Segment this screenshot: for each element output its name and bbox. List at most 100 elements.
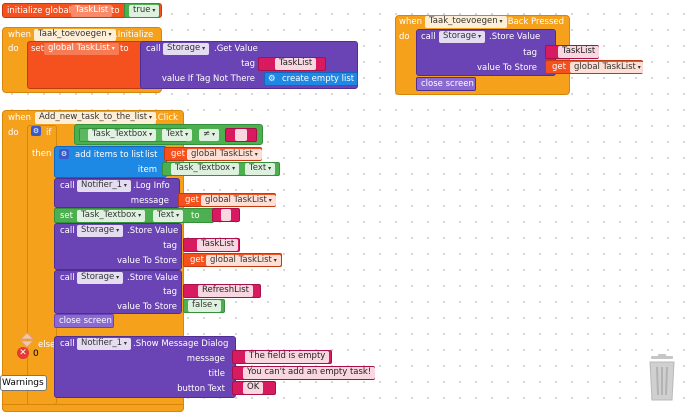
back-tag-text-value[interactable]: TaskList (558, 46, 600, 58)
get-value-method: .Get Value (214, 44, 258, 54)
store-tasklist-method: .Store Value (127, 226, 179, 236)
trash-can-icon[interactable] (644, 354, 680, 404)
store-tasklist-get-var[interactable]: global TaskList (206, 255, 281, 266)
error-indicator[interactable]: ✕ 0 (17, 347, 47, 361)
show-dialog-button-label: button Text (177, 384, 225, 394)
store-tasklist-tag-value[interactable]: TaskList (197, 239, 239, 251)
back-store-value-block[interactable]: call Storage .Store Value tag value To S… (416, 29, 556, 76)
log-info-block[interactable]: call Notifier_1 .Log Info message (54, 178, 180, 208)
store-refresh-tag-value[interactable]: RefreshList (198, 285, 253, 297)
if-gear-icon[interactable]: ⚙ (31, 126, 41, 136)
add-items-block[interactable]: ⚙ add items to list list item (54, 146, 167, 178)
dialog-message-text[interactable]: The field is empty (232, 350, 332, 364)
show-dialog-call: call (60, 339, 75, 349)
set-textbox-empty-text[interactable] (212, 208, 240, 222)
back-pressed-when: when (399, 17, 422, 27)
add-items-text-dropdown[interactable]: Text (245, 163, 276, 175)
neq-operator-dropdown[interactable]: ≠ (199, 129, 220, 141)
log-info-get-block[interactable]: get global TaskList (178, 193, 276, 207)
set-textbox-dropdown[interactable]: Task_Textbox (77, 210, 146, 222)
error-icon: ✕ (17, 347, 29, 359)
add-items-textbox-dropdown[interactable]: Task_Textbox (171, 163, 240, 175)
initialize-event-name: .Initialize (115, 30, 154, 40)
trash-icon[interactable] (644, 354, 680, 404)
dialog-title-value[interactable]: You can't add an empty task! (243, 367, 376, 379)
store-tasklist-tag-text[interactable]: TaskList (183, 238, 240, 252)
create-empty-list-block[interactable]: ⚙ create empty list (264, 72, 358, 86)
show-dialog-block[interactable]: call Notifier_1 .Show Message Dialog mes… (54, 336, 236, 398)
back-get-keyword: get (552, 62, 566, 72)
add-items-get-block[interactable]: get global TaskList (164, 147, 262, 161)
compare-textbox-dropdown[interactable]: Task_Textbox (88, 129, 157, 141)
back-get-block[interactable]: get global TaskList (545, 60, 645, 74)
back-store-method: .Store Value (489, 32, 541, 42)
initialize-do: do (8, 44, 19, 54)
add-items-gear-icon[interactable]: ⚙ (59, 149, 69, 159)
back-close-screen-label: close screen (421, 79, 474, 89)
add-items-label: add items to list (75, 150, 144, 160)
show-dialog-notifier-dropdown[interactable]: Notifier_1 (77, 338, 131, 350)
store-refresh-storage-dropdown[interactable]: Storage (77, 272, 124, 284)
log-info-get-var[interactable]: global TaskList (201, 195, 276, 206)
storage-dropdown[interactable]: Storage (163, 43, 210, 55)
set-textbox-block[interactable]: set Task_Textbox Text to (54, 208, 214, 223)
empty-text-block[interactable] (225, 128, 257, 142)
warnings-button[interactable]: Warnings (0, 375, 47, 391)
warning-count: 0 (33, 349, 39, 359)
compare-block[interactable]: Task_Textbox Text ≠ (74, 124, 263, 145)
log-info-notifier-dropdown[interactable]: Notifier_1 (77, 180, 131, 192)
tag-text-block[interactable]: TaskList (258, 57, 326, 71)
click-event-bottom (2, 404, 184, 412)
add-items-get-var[interactable]: global TaskList (187, 149, 262, 160)
back-store-tag-label: tag (523, 48, 537, 58)
empty-text-value[interactable] (235, 129, 247, 141)
store-tasklist-storage-dropdown[interactable]: Storage (77, 225, 124, 237)
compare-text-dropdown[interactable]: Text (162, 129, 193, 141)
initialize-component-dropdown[interactable]: Taak_toevoegen (34, 29, 116, 41)
store-refresh-tag-text[interactable]: RefreshList (183, 284, 261, 298)
back-close-screen-block[interactable]: close screen (416, 77, 476, 91)
back-pressed-component-dropdown[interactable]: Taak_toevoegen (425, 16, 507, 28)
click-when: when (8, 113, 31, 123)
close-screen-label: close screen (59, 316, 112, 326)
set-keyword: set (31, 44, 44, 54)
set-tasklist-block[interactable]: set global TaskList to (27, 41, 149, 89)
dialog-button-text[interactable]: OK (232, 381, 276, 395)
compare-textbox-getter[interactable]: Task_Textbox Text (79, 128, 193, 142)
init-var-name[interactable]: TaskList (71, 5, 113, 17)
add-items-textbox-getter[interactable]: Task_Textbox Text (162, 162, 280, 176)
set-textbox-empty-value[interactable] (221, 209, 231, 221)
set-textbox-to: to (191, 211, 200, 221)
if-else-block[interactable] (27, 125, 57, 405)
set-var-dropdown[interactable]: global TaskList (44, 43, 119, 55)
true-dropdown[interactable]: true (129, 5, 160, 17)
click-component-dropdown[interactable]: Add_new_task_to_the_list (35, 112, 157, 124)
close-screen-block[interactable]: close screen (54, 314, 114, 328)
back-storage-dropdown[interactable]: Storage (439, 31, 486, 43)
store-tasklist-tag-label: tag (163, 241, 177, 251)
init-global-keyword: initialize global (7, 6, 72, 16)
store-refresh-block[interactable]: call Storage .Store Value tag value To S… (54, 270, 182, 314)
log-info-method: .Log Info (133, 181, 170, 191)
gear-icon[interactable]: ⚙ (268, 73, 276, 85)
false-dropdown[interactable]: false (188, 300, 222, 312)
get-value-tag-label: tag (241, 59, 255, 69)
dialog-button-value[interactable]: OK (243, 382, 264, 394)
back-get-var-dropdown[interactable]: global TaskList (570, 62, 645, 73)
dialog-message-value[interactable]: The field is empty (245, 351, 330, 363)
true-block[interactable]: true (124, 3, 160, 18)
false-block[interactable]: false (183, 299, 225, 313)
store-tasklist-block[interactable]: call Storage .Store Value tag value To S… (54, 223, 182, 270)
store-refresh-call: call (60, 273, 75, 283)
add-items-get-keyword: get (171, 149, 185, 159)
store-refresh-method: .Store Value (127, 273, 179, 283)
store-tasklist-get-block[interactable]: get global TaskList (183, 253, 282, 267)
back-tag-text-block[interactable]: TaskList (545, 45, 600, 59)
show-dialog-title-label: title (208, 369, 225, 379)
tag-text-value[interactable]: TaskList (275, 58, 317, 70)
back-store-call: call (421, 32, 436, 42)
store-tasklist-call: call (60, 226, 75, 236)
log-info-get-keyword: get (185, 195, 199, 205)
dialog-title-text[interactable]: You can't add an empty task! (232, 366, 376, 380)
set-textbox-prop-dropdown[interactable]: Text (153, 210, 184, 222)
